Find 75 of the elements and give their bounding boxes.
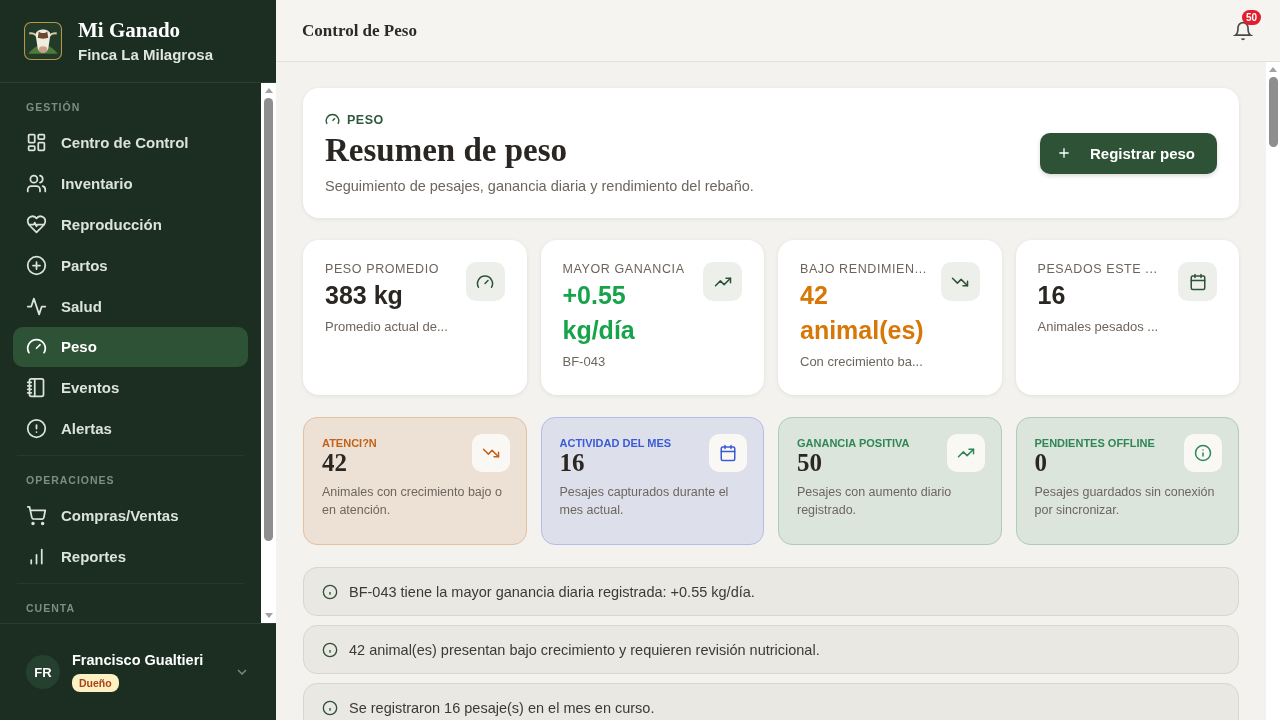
stat-label: PESADOS ESTE ... (1037, 262, 1159, 276)
nav-item[interactable]: Peso (13, 326, 248, 368)
cart-icon (26, 505, 47, 527)
notifications-button[interactable] (1232, 19, 1254, 42)
nav-item[interactable]: Partos (13, 244, 248, 286)
status-value: 42 (322, 449, 348, 477)
nav-item[interactable]: Eventos (13, 367, 248, 409)
info-icon (322, 641, 338, 658)
cow-logo-icon (24, 21, 62, 60)
grid-icon (26, 131, 47, 153)
scrollbar[interactable] (261, 83, 276, 623)
gauge-icon (465, 262, 505, 301)
stat-note: Promedio actual de... (325, 319, 448, 334)
stat-value: 16 (1037, 280, 1067, 311)
user-name: Francisco Gualtieri (72, 652, 204, 668)
notification-count: 50 (1242, 9, 1262, 25)
status-note: Animales con crecimiento bajo o en atención. (322, 484, 503, 519)
insight-text: 42 animal(es) presentan bajo crecimiento y requieren revisión nutricional. (349, 641, 820, 658)
section-eyebrow: PESO (347, 112, 384, 127)
nav-item[interactable]: Reportes (13, 536, 248, 577)
stat-note: Con crecimiento ba... (800, 354, 924, 369)
stat-note: BF-043 (562, 354, 607, 369)
users-icon (26, 172, 47, 194)
status-label: ACTIVIDAD DEL MES (559, 437, 672, 449)
info-icon (322, 583, 338, 600)
trend-up-icon (946, 434, 985, 472)
status-label: ATENCI?N (322, 437, 377, 449)
calendar-icon (1178, 262, 1217, 301)
notebook-icon (26, 377, 47, 399)
trend-up-icon (703, 262, 742, 301)
nav-item[interactable]: Centro de Control (13, 122, 248, 163)
section-label: CUENTA (25, 600, 76, 616)
section-label: OPERACIONES (25, 473, 116, 489)
nav-item[interactable]: Compras/Ventas (13, 495, 248, 537)
app-title: Mi Ganado (78, 18, 182, 43)
plus-circle-icon (26, 254, 47, 276)
register-weight-button[interactable]: Registrar peso (1039, 132, 1217, 174)
user-avatar: FR (26, 655, 60, 689)
status-value: 0 (1034, 449, 1048, 477)
status-label: PENDIENTES OFFLINE (1034, 437, 1155, 449)
nav-item[interactable]: Salud (13, 285, 248, 327)
farm-name: Finca La Milagrosa (78, 46, 214, 63)
stat-label: MAYOR GANANCIA (562, 262, 686, 276)
heart-pulse-icon (26, 213, 47, 235)
page-title: Control de Peso (302, 20, 417, 41)
trend-down-icon (471, 434, 510, 472)
calendar-icon (709, 434, 747, 472)
nav-item[interactable]: Reproducción (13, 203, 248, 245)
nav-item[interactable]: Inventario (13, 162, 248, 204)
role-badge: Dueño (72, 674, 119, 692)
section-label: GESTIÓN (25, 100, 82, 115)
stat-value: 383 kg (325, 280, 404, 311)
info-icon (1184, 434, 1222, 472)
stat-value: 42 animal(es) (800, 280, 925, 346)
stat-value: +0.55 kg/día (562, 280, 636, 346)
status-note: Pesajes guardados sin conexión por sincronizar. (1034, 484, 1216, 519)
summary-title: Resumen de peso (325, 132, 568, 169)
status-label: GANANCIA POSITIVA (797, 437, 910, 449)
insight-text: BF-043 tiene la mayor ganancia diaria registrada: +0.55 kg/día. (349, 583, 755, 600)
scrollbar[interactable] (1266, 62, 1280, 720)
nav-item[interactable]: Alertas (13, 408, 248, 450)
status-value: 50 (797, 449, 823, 477)
stat-label: PESO PROMEDIO (325, 262, 441, 276)
pulse-icon (26, 295, 47, 317)
status-note: Pesajes capturados durante el mes actual. (559, 484, 730, 519)
summary-description: Seguimiento de pesajes, ganancia diaria y rendimiento del rebaño. (325, 177, 754, 194)
status-note: Pesajes con aumento diario registrado. (797, 484, 953, 519)
trend-down-icon (940, 262, 980, 301)
info-icon (322, 699, 338, 716)
stat-note: Animales pesados ... (1037, 319, 1159, 334)
bell-icon (1233, 20, 1253, 41)
alert-icon (26, 418, 47, 440)
insight-text: Se registraron 16 pesaje(s) en el mes en curso. (349, 699, 655, 716)
status-value: 16 (559, 449, 586, 477)
stat-label: BAJO RENDIMIEN... (800, 262, 928, 276)
